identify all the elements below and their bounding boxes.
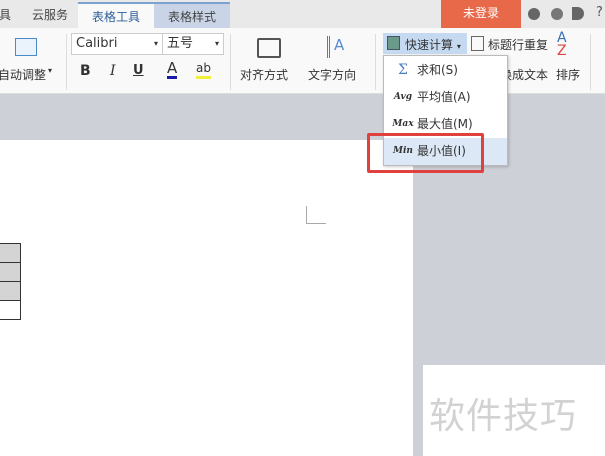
auto-adjust-button[interactable]: 自动调整 <box>0 66 46 83</box>
font-color-button[interactable]: A <box>167 61 178 79</box>
ribbon: 自动调整 ▾ Calibri ▾ 五号 ▾ B I U A ab 对齐方式 A 文字… <box>0 28 605 94</box>
menu-item-sum[interactable]: Σ 求和(S) <box>384 57 507 84</box>
sort-icon: AZ <box>557 30 567 59</box>
tab-bar: 具 云服务 表格工具 表格样式 未登录 ? <box>0 0 605 28</box>
highlight-button[interactable]: ab <box>196 61 211 79</box>
text-direction-icon: A <box>327 36 347 58</box>
font-size-select[interactable]: 五号 ▾ <box>162 33 224 55</box>
underline-button[interactable]: U <box>133 63 144 78</box>
help-icon[interactable]: ? <box>596 5 603 20</box>
document-page[interactable] <box>0 140 413 456</box>
quick-calc-label: 快速计算 <box>405 38 454 52</box>
tab-cloud[interactable]: 云服务 <box>22 2 78 28</box>
auto-adjust-icon <box>15 38 37 56</box>
tab-table-tools[interactable]: 表格工具 <box>78 2 154 28</box>
font-name-select[interactable]: Calibri ▾ <box>71 33 163 55</box>
sort-button[interactable]: 排序 <box>556 66 580 83</box>
login-button[interactable]: 未登录 <box>441 0 521 28</box>
menu-item-average[interactable]: Avg 平均值(A) <box>384 84 507 111</box>
italic-button[interactable]: I <box>110 63 116 79</box>
sigma-icon: Σ <box>398 62 408 78</box>
watermark-box: 软件技巧 <box>423 365 605 456</box>
margin-mark <box>306 206 326 224</box>
font-name-value: Calibri <box>76 36 118 51</box>
feedback-icon[interactable] <box>572 7 584 20</box>
tab-tools[interactable]: 具 <box>0 2 16 28</box>
align-icon <box>257 38 281 58</box>
font-size-value: 五号 <box>167 36 194 51</box>
watermark-text: 软件技巧 <box>429 396 578 437</box>
document-table[interactable] <box>0 243 21 320</box>
calculator-icon <box>387 36 400 50</box>
avg-icon: Avg <box>393 92 413 102</box>
repeat-header-button[interactable]: 标题行重复 <box>488 36 548 53</box>
share-icon[interactable] <box>551 8 563 20</box>
highlight-box <box>367 133 484 173</box>
tab-table-style[interactable]: 表格样式 <box>154 2 230 28</box>
skin-icon[interactable] <box>528 8 540 20</box>
bold-button[interactable]: B <box>80 63 91 79</box>
menu-label: 求和(S) <box>417 63 458 77</box>
repeat-header-icon <box>471 36 484 51</box>
align-button[interactable]: 对齐方式 <box>240 66 288 83</box>
menu-label: 平均值(A) <box>417 90 471 104</box>
text-direction-button[interactable]: 文字方向 <box>308 66 356 83</box>
quick-calc-button[interactable]: 快速计算 ▾ <box>383 33 467 54</box>
